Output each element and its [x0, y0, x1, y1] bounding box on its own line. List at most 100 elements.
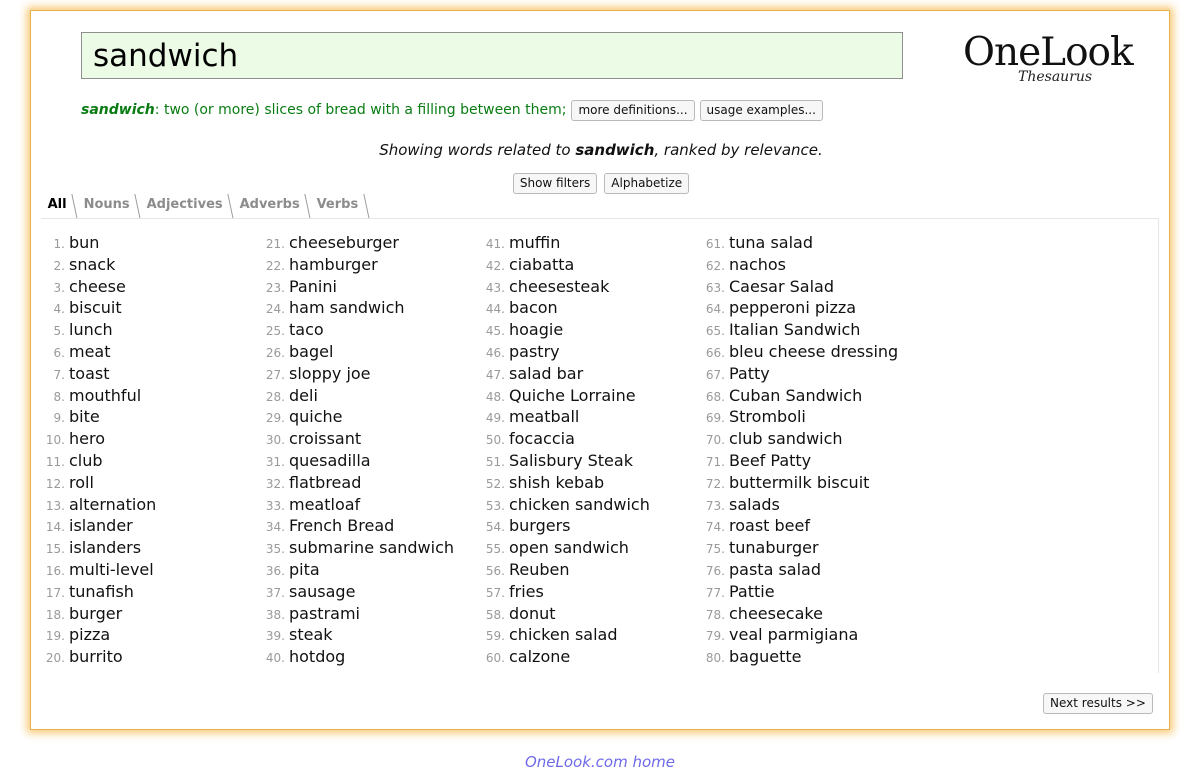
result-word-link[interactable]: Panini	[289, 277, 337, 296]
result-word-link[interactable]: Caesar Salad	[729, 277, 834, 296]
result-word-link[interactable]: fries	[509, 582, 544, 601]
result-word-link[interactable]: cheesecake	[729, 604, 823, 623]
result-word-link[interactable]: Quiche Lorraine	[509, 386, 636, 405]
result-word-link[interactable]: pizza	[69, 625, 110, 644]
tab-adjectives[interactable]: Adjectives	[137, 194, 234, 219]
result-word-link[interactable]: pastry	[509, 342, 560, 361]
result-word-link[interactable]: nachos	[729, 255, 786, 274]
search-input[interactable]	[81, 32, 903, 79]
result-word-link[interactable]: burger	[69, 604, 122, 623]
result-word-link[interactable]: islanders	[69, 538, 141, 557]
result-word-link[interactable]: pastrami	[289, 604, 360, 623]
result-word-link[interactable]: salads	[729, 495, 780, 514]
result-word-link[interactable]: veal parmigiana	[729, 625, 858, 644]
result-word-link[interactable]: French Bread	[289, 516, 394, 535]
result-word-link[interactable]: sloppy joe	[289, 364, 371, 383]
result-word-link[interactable]: quiche	[289, 407, 343, 426]
result-word-link[interactable]: toast	[69, 364, 109, 383]
result-rank: 72.	[705, 476, 725, 491]
result-word-link[interactable]: hoagie	[509, 320, 563, 339]
result-word-link[interactable]: roll	[69, 473, 94, 492]
tab-nouns[interactable]: Nouns	[74, 194, 141, 219]
result-word-link[interactable]: Italian Sandwich	[729, 320, 860, 339]
result-word-link[interactable]: submarine sandwich	[289, 538, 454, 557]
result-word-link[interactable]: sausage	[289, 582, 355, 601]
definition-line: sandwich : two (or more) slices of bread…	[81, 99, 828, 121]
result-item: 51. Salisbury Steak	[481, 451, 696, 473]
result-item: 37. sausage	[261, 582, 476, 604]
result-word-link[interactable]: muffin	[509, 233, 560, 252]
result-word-link[interactable]: tunaburger	[729, 538, 819, 557]
result-word-link[interactable]: Pattie	[729, 582, 775, 601]
result-word-link[interactable]: pepperoni pizza	[729, 298, 856, 317]
result-word-link[interactable]: steak	[289, 625, 333, 644]
more-definitions-button[interactable]: more definitions...	[571, 99, 695, 121]
result-word-link[interactable]: hamburger	[289, 255, 378, 274]
result-word-link[interactable]: hero	[69, 429, 105, 448]
result-word-link[interactable]: baguette	[729, 647, 802, 666]
result-word-link[interactable]: roast beef	[729, 516, 810, 535]
result-word-link[interactable]: club	[69, 451, 103, 470]
result-word-link[interactable]: cheese	[69, 277, 126, 296]
result-word-link[interactable]: meatball	[509, 407, 579, 426]
result-word-link[interactable]: pita	[289, 560, 320, 579]
result-word-link[interactable]: Reuben	[509, 560, 570, 579]
result-word-link[interactable]: quesadilla	[289, 451, 371, 470]
onelook-logo[interactable]: OneLook Thesaurus	[963, 33, 1134, 95]
result-word-link[interactable]: tunafish	[69, 582, 134, 601]
result-word-link[interactable]: bite	[69, 407, 100, 426]
result-word-link[interactable]: meat	[69, 342, 111, 361]
result-word-link[interactable]: ham sandwich	[289, 298, 405, 317]
result-word-link[interactable]: Beef Patty	[729, 451, 811, 470]
result-word-link[interactable]: taco	[289, 320, 324, 339]
show-filters-button[interactable]: Show filters	[512, 173, 598, 194]
alphabetize-button[interactable]: Alphabetize	[604, 173, 690, 194]
result-word-link[interactable]: bun	[69, 233, 99, 252]
result-word-link[interactable]: donut	[509, 604, 556, 623]
result-word-link[interactable]: croissant	[289, 429, 361, 448]
result-word-link[interactable]: multi-level	[69, 560, 154, 579]
result-word-link[interactable]: bacon	[509, 298, 558, 317]
result-word-link[interactable]: salad bar	[509, 364, 583, 383]
result-word-link[interactable]: chicken salad	[509, 625, 618, 644]
result-word-link[interactable]: burgers	[509, 516, 571, 535]
tab-verbs[interactable]: Verbs	[307, 194, 370, 219]
result-word-link[interactable]: flatbread	[289, 473, 361, 492]
result-word-link[interactable]: biscuit	[69, 298, 122, 317]
tab-all[interactable]: All	[38, 194, 78, 219]
result-word-link[interactable]: bagel	[289, 342, 333, 361]
result-word-link[interactable]: cheesesteak	[509, 277, 609, 296]
result-word-link[interactable]: burrito	[69, 647, 123, 666]
result-word-link[interactable]: focaccia	[509, 429, 575, 448]
result-word-link[interactable]: bleu cheese dressing	[729, 342, 898, 361]
result-rank: 65.	[705, 324, 725, 339]
result-word-link[interactable]: deli	[289, 386, 318, 405]
result-word-link[interactable]: Salisbury Steak	[509, 451, 633, 470]
definition-word[interactable]: sandwich	[81, 102, 155, 118]
result-word-link[interactable]: open sandwich	[509, 538, 629, 557]
result-word-link[interactable]: buttermilk biscuit	[729, 473, 869, 492]
result-word-link[interactable]: alternation	[69, 495, 156, 514]
result-word-link[interactable]: mouthful	[69, 386, 141, 405]
result-word-link[interactable]: club sandwich	[729, 429, 843, 448]
result-word-link[interactable]: lunch	[69, 320, 113, 339]
result-word-link[interactable]: calzone	[509, 647, 570, 666]
result-word-link[interactable]: pasta salad	[729, 560, 821, 579]
result-word-link[interactable]: ciabatta	[509, 255, 574, 274]
tab-adverbs[interactable]: Adverbs	[230, 194, 311, 219]
result-word-link[interactable]: Stromboli	[729, 407, 806, 426]
result-word-link[interactable]: shish kebab	[509, 473, 604, 492]
result-item: 11. club	[41, 451, 256, 473]
result-word-link[interactable]: tuna salad	[729, 233, 813, 252]
result-word-link[interactable]: Cuban Sandwich	[729, 386, 862, 405]
next-results-button[interactable]: Next results >>	[1043, 693, 1153, 714]
result-word-link[interactable]: chicken sandwich	[509, 495, 650, 514]
result-word-link[interactable]: cheeseburger	[289, 233, 399, 252]
result-word-link[interactable]: islander	[69, 516, 133, 535]
result-word-link[interactable]: Patty	[729, 364, 770, 383]
usage-examples-button[interactable]: usage examples...	[699, 99, 823, 121]
result-word-link[interactable]: meatloaf	[289, 495, 360, 514]
result-word-link[interactable]: snack	[69, 255, 115, 274]
onelook-home-link[interactable]: OneLook.com home	[0, 753, 1200, 770]
result-word-link[interactable]: hotdog	[289, 647, 345, 666]
